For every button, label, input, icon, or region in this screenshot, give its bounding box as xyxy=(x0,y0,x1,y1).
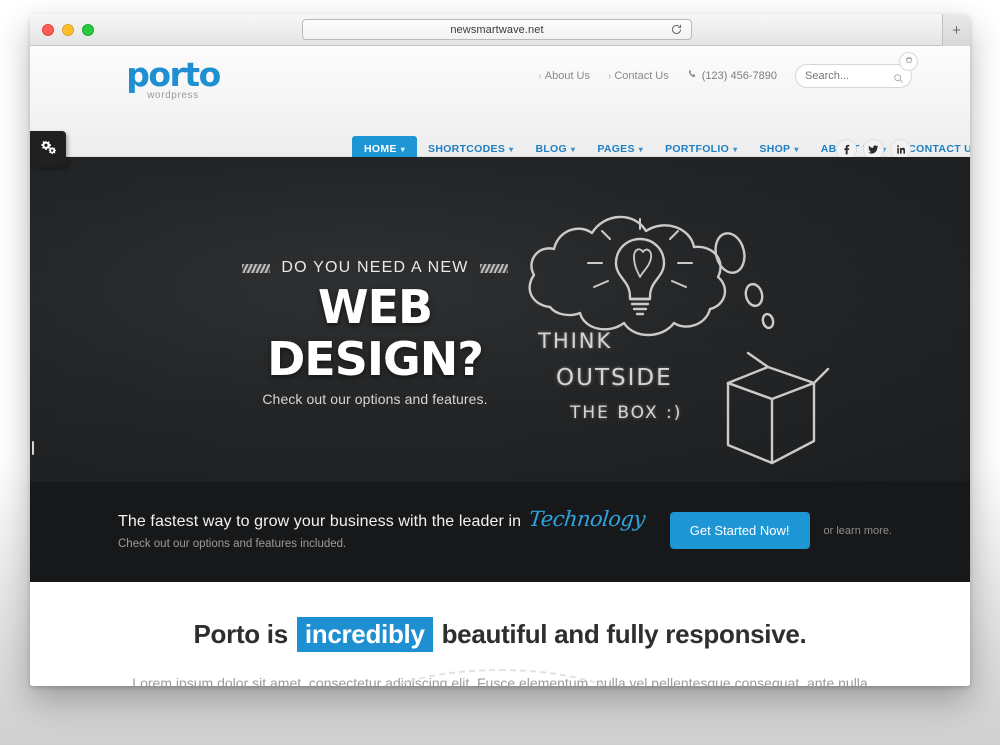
browser-window: newsmartwave.net + porto wordpress › Abo… xyxy=(30,14,970,686)
search-area xyxy=(795,52,918,88)
content-heading-before: Porto is xyxy=(193,619,289,649)
search-icon[interactable] xyxy=(893,71,904,83)
lightbulb-filament xyxy=(633,248,652,278)
cta-action-group: Get Started Now! or learn more. xyxy=(669,512,892,549)
bubble-dot-large xyxy=(714,232,746,274)
minimize-window-button[interactable] xyxy=(62,24,74,36)
open-box xyxy=(726,351,830,465)
chevron-down-icon: ▾ xyxy=(400,144,406,154)
chevron-down-icon: ▾ xyxy=(570,144,576,154)
chalk-text-line1: THINK xyxy=(538,329,613,353)
search-input[interactable] xyxy=(805,70,893,82)
utility-link-contact-us-label: Contact Us xyxy=(614,70,669,82)
search-box[interactable] xyxy=(795,64,912,88)
top-utility-bar: › About Us › Contact Us (123) 456-7890 xyxy=(538,52,918,88)
nav-item-portfolio-label: PORTFOLIO xyxy=(665,143,730,155)
url-text: newsmartwave.net xyxy=(450,23,544,36)
hero-title: WEB DESIGN? xyxy=(267,280,484,386)
browser-titlebar: newsmartwave.net + xyxy=(30,14,970,46)
chalk-text-line3: THE BOX :) xyxy=(570,403,683,423)
hero-eyebrow-text: DO YOU NEED A NEW xyxy=(281,259,469,276)
utility-phone[interactable]: (123) 456-7890 xyxy=(687,69,777,83)
learn-more-link[interactable]: or learn more. xyxy=(824,525,892,537)
chevron-down-icon: ▾ xyxy=(638,144,644,154)
thought-bubble-path xyxy=(528,215,727,337)
utility-link-contact-us[interactable]: › Contact Us xyxy=(608,70,669,82)
window-controls xyxy=(42,24,94,36)
hatched-bar-right-icon xyxy=(479,263,508,273)
lightbulb-glass xyxy=(614,237,666,301)
cta-subline: Check out our options and features inclu… xyxy=(118,538,347,550)
address-bar[interactable]: newsmartwave.net xyxy=(302,19,692,40)
site-header: porto wordpress ›About Us ›Contact Us xyxy=(30,46,970,162)
utility-link-about-us-label: About Us xyxy=(544,70,590,82)
nav-item-home-label: HOME xyxy=(364,143,397,155)
screenshot-root: newsmartwave.net + porto wordpress › Abo… xyxy=(0,0,1000,745)
page-scroll-sliver xyxy=(32,441,34,455)
cta-headline-accent: Technology xyxy=(527,507,647,531)
utility-link-about-us[interactable]: › About Us xyxy=(538,70,590,82)
hero-subtitle: Check out our options and features. xyxy=(262,391,488,407)
cta-headline: The fastest way to grow your business wi… xyxy=(118,513,522,530)
chevron-right-icon: › xyxy=(608,71,612,82)
cart-icon xyxy=(904,53,914,71)
chalk-text-line2: OUTSIDE xyxy=(556,365,673,391)
content-heading-highlight: incredibly xyxy=(296,617,433,652)
theme-settings-tab[interactable] xyxy=(30,131,66,167)
chevron-down-icon: ▾ xyxy=(733,144,738,154)
hero-copy: DO YOU NEED A NEW WEB DESIGN? Check out … xyxy=(205,259,545,407)
content-section: Porto is incredibly beautiful and fully … xyxy=(30,582,970,686)
close-window-button[interactable] xyxy=(42,24,54,36)
hero-section: DO YOU NEED A NEW WEB DESIGN? Check out … xyxy=(30,157,970,482)
chevron-right-icon: › xyxy=(538,71,542,82)
cart-badge[interactable] xyxy=(899,52,918,71)
logo-wordmark: porto xyxy=(126,55,221,94)
bubble-dot-medium xyxy=(744,282,764,308)
bubble-dot-small xyxy=(761,312,775,330)
cta-headline-row: The fastest way to grow your business wi… xyxy=(118,507,647,531)
zoom-window-button[interactable] xyxy=(82,24,94,36)
chalkboard-illustration: THINK OUTSIDE THE BOX :) xyxy=(510,187,830,477)
get-started-button[interactable]: Get Started Now! xyxy=(669,512,810,549)
gears-icon xyxy=(40,138,57,160)
utility-phone-number: (123) 456-7890 xyxy=(701,70,777,82)
reload-icon[interactable] xyxy=(670,23,683,36)
page-viewport: porto wordpress ›About Us ›Contact Us xyxy=(30,46,970,686)
hero-eyebrow: DO YOU NEED A NEW xyxy=(205,259,545,277)
nav-item-pages-label: PAGES xyxy=(597,143,635,155)
content-paragraph: Lorem ipsum dolor sit amet, consectetur … xyxy=(132,675,868,686)
phone-icon xyxy=(687,69,698,83)
nav-item-shortcodes-label: SHORTCODES xyxy=(428,143,506,155)
cta-text-block: The fastest way to grow your business wi… xyxy=(118,507,647,550)
content-heading-after: beautiful and fully responsive. xyxy=(441,619,807,649)
chevron-down-icon: ▾ xyxy=(509,144,514,154)
site-logo[interactable]: porto wordpress xyxy=(121,55,225,102)
nav-item-shop-label: SHOP xyxy=(759,143,791,155)
nav-item-blog-label: BLOG xyxy=(535,143,567,155)
cta-band: The fastest way to grow your business wi… xyxy=(30,482,970,582)
lightbulb-base xyxy=(629,297,651,316)
hatched-bar-left-icon xyxy=(242,263,271,273)
chevron-down-icon: ▾ xyxy=(794,144,799,154)
content-heading: Porto is incredibly beautiful and fully … xyxy=(30,617,970,652)
new-tab-button[interactable]: + xyxy=(942,14,970,46)
nav-item-contact-us-label: CONTACT US xyxy=(908,143,970,155)
